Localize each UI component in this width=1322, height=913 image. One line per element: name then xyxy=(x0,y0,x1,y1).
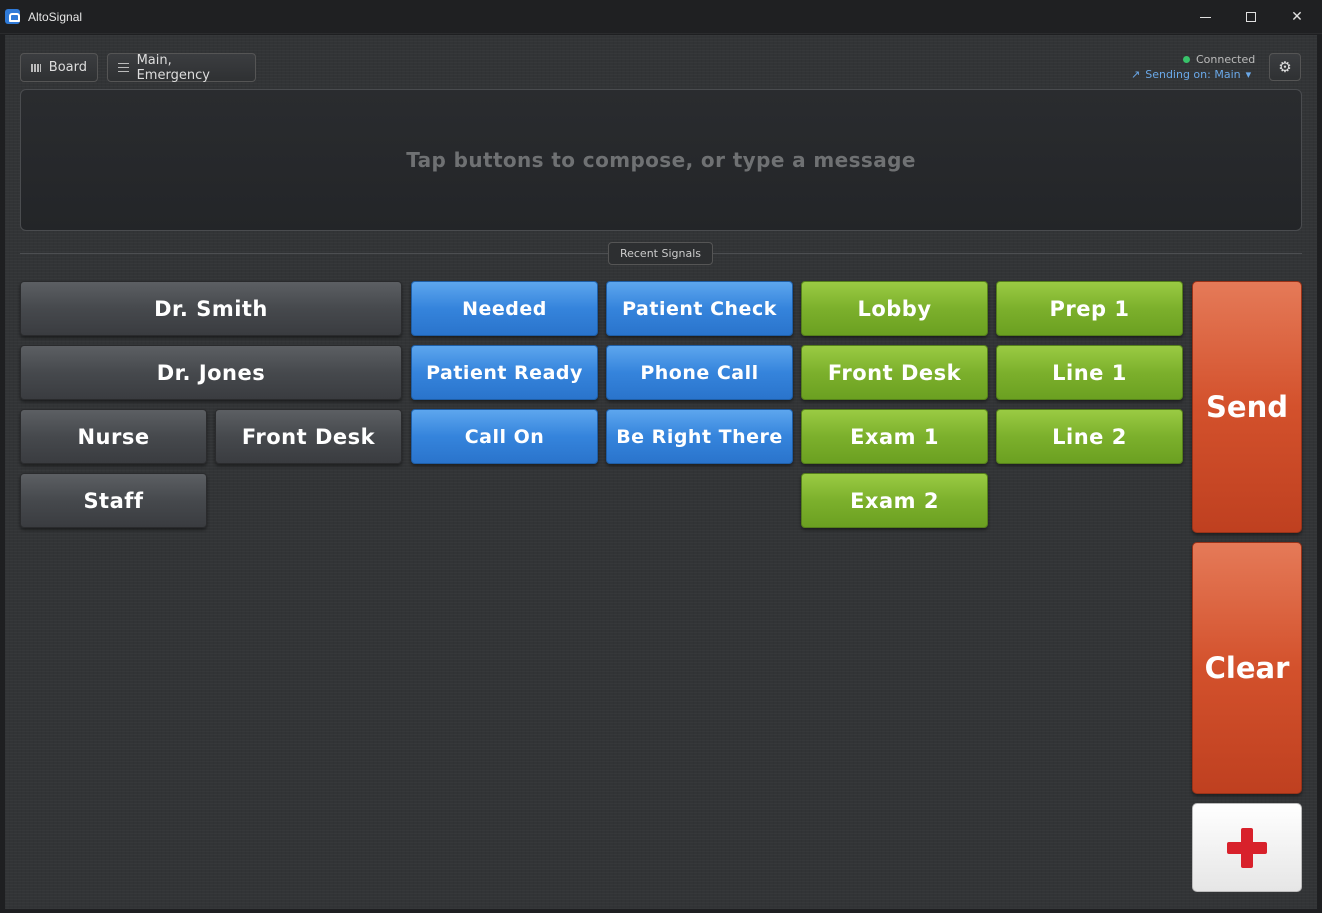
message-button-needed[interactable]: Needed xyxy=(411,281,598,336)
person-button-front-desk[interactable]: Front Desk xyxy=(215,409,402,464)
recent-signals-button[interactable]: Recent Signals xyxy=(608,242,713,265)
main-area: Board Main, Emergency Connected ↗ Sendin… xyxy=(5,35,1317,909)
compose-field[interactable]: Tap buttons to compose, or type a messag… xyxy=(20,89,1302,231)
status-text: Connected xyxy=(1196,53,1256,66)
sending-channel-dropdown[interactable]: ↗ Sending on: Main ▾ xyxy=(1131,68,1251,81)
profile-button-label: Main, Emergency xyxy=(136,52,210,83)
emergency-button[interactable] xyxy=(1192,803,1302,892)
location-button-line-2[interactable]: Line 2 xyxy=(996,409,1183,464)
location-button-lobby[interactable]: Lobby xyxy=(801,281,988,336)
app-icon xyxy=(5,9,20,24)
title-bar: AltoSignal ✕ xyxy=(0,0,1322,34)
clear-button[interactable]: Clear xyxy=(1192,542,1302,794)
person-button-dr-smith[interactable]: Dr. Smith xyxy=(20,281,402,336)
medical-cross-icon xyxy=(1227,827,1267,868)
maximize-icon xyxy=(1246,12,1256,22)
send-button[interactable]: Send xyxy=(1192,281,1302,533)
board-button-label: Board xyxy=(48,60,87,75)
location-button-exam-2[interactable]: Exam 2 xyxy=(801,473,988,528)
settings-button[interactable]: ⚙ xyxy=(1269,53,1301,81)
person-button-staff[interactable]: Staff xyxy=(20,473,207,528)
arrow-up-right-icon: ↗ xyxy=(1131,68,1141,81)
message-button-be-right-there[interactable]: Be Right There xyxy=(606,409,793,464)
connection-status: Connected xyxy=(1183,53,1255,66)
close-icon: ✕ xyxy=(1291,9,1303,25)
minimize-button[interactable] xyxy=(1182,0,1228,34)
person-button-nurse[interactable]: Nurse xyxy=(20,409,207,464)
window-title: AltoSignal xyxy=(28,10,83,24)
message-button-patient-ready[interactable]: Patient Ready xyxy=(411,345,598,400)
message-button-call-on[interactable]: Call On xyxy=(411,409,598,464)
location-button-exam-1[interactable]: Exam 1 xyxy=(801,409,988,464)
close-button[interactable]: ✕ xyxy=(1274,0,1320,34)
maximize-button[interactable] xyxy=(1228,0,1274,34)
chevron-down-icon: ▾ xyxy=(1245,68,1252,81)
message-button-patient-check[interactable]: Patient Check xyxy=(606,281,793,336)
profile-button[interactable]: Main, Emergency xyxy=(107,52,256,83)
location-button-front-desk[interactable]: Front Desk xyxy=(801,345,988,400)
sliders-icon xyxy=(118,63,129,72)
location-button-line-1[interactable]: Line 1 xyxy=(996,345,1183,400)
sending-text: Sending on: Main xyxy=(1145,68,1241,81)
board-button[interactable]: Board xyxy=(20,53,98,82)
location-button-prep-1[interactable]: Prep 1 xyxy=(996,281,1183,336)
person-button-dr-jones[interactable]: Dr. Jones xyxy=(20,345,402,400)
minimize-icon xyxy=(1199,16,1211,18)
compose-placeholder: Tap buttons to compose, or type a messag… xyxy=(406,148,916,172)
gear-icon: ⚙ xyxy=(1278,58,1292,76)
message-button-phone-call[interactable]: Phone Call xyxy=(606,345,793,400)
board-icon xyxy=(31,63,41,72)
status-dot-icon xyxy=(1183,56,1190,63)
